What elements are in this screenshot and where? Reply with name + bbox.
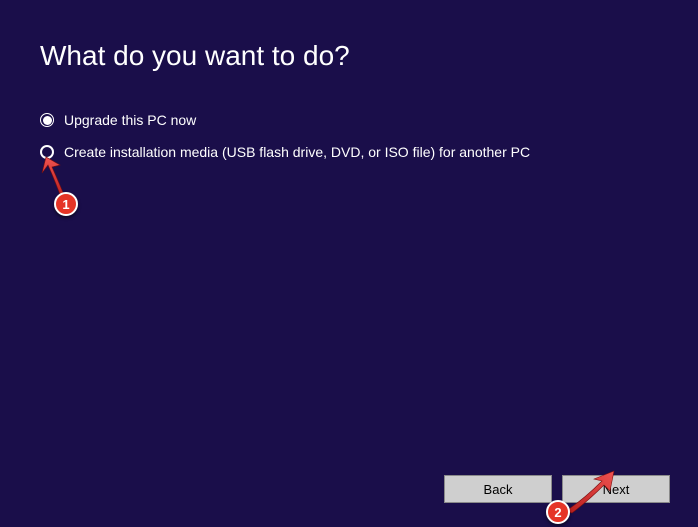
annotation-badge-number: 1 [62, 197, 69, 212]
annotation-badge: 1 [54, 192, 78, 216]
footer-buttons: Back Next [444, 475, 670, 503]
option-label: Upgrade this PC now [64, 112, 196, 128]
page-title: What do you want to do? [40, 40, 658, 72]
option-label: Create installation media (USB flash dri… [64, 144, 530, 160]
radio-icon [40, 145, 54, 159]
back-button[interactable]: Back [444, 475, 552, 503]
next-button[interactable]: Next [562, 475, 670, 503]
radio-icon [40, 113, 54, 127]
setup-panel: What do you want to do? Upgrade this PC … [0, 0, 698, 160]
options-group: Upgrade this PC now Create installation … [40, 112, 658, 160]
option-upgrade-now[interactable]: Upgrade this PC now [40, 112, 658, 128]
annotation-badge-number: 2 [554, 505, 561, 520]
option-create-media[interactable]: Create installation media (USB flash dri… [40, 144, 658, 160]
annotation-badge: 2 [546, 500, 570, 524]
